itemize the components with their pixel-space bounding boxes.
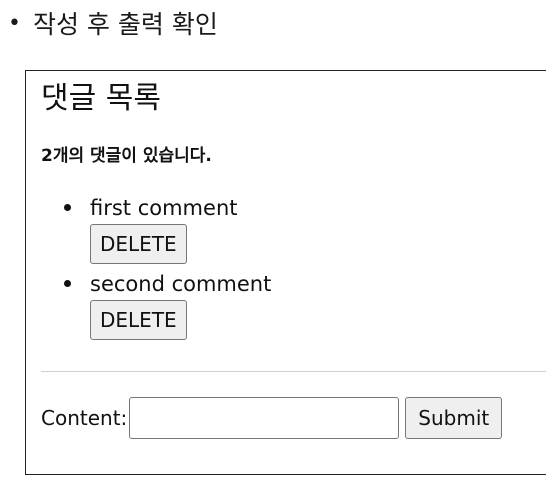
content-label: Content: <box>41 406 128 430</box>
comment-list: first comment DELETE second comment DELE… <box>64 196 271 348</box>
panel-title: 댓글 목록 <box>41 81 161 116</box>
delete-button[interactable]: DELETE <box>90 300 187 340</box>
bullet-dot-icon <box>64 204 71 211</box>
submit-button[interactable]: Submit <box>405 397 503 439</box>
comments-panel: 댓글 목록 2개의 댓글이 있습니다. first comment DELETE… <box>25 70 546 475</box>
delete-button[interactable]: DELETE <box>90 224 187 264</box>
section-heading: • 작성 후 출력 확인 <box>8 4 218 44</box>
comment-text: second comment <box>90 272 272 296</box>
heading-bullet: • <box>8 11 21 36</box>
divider <box>41 371 546 372</box>
comment-form: Content: Submit <box>41 397 503 439</box>
comment-text: first comment <box>90 196 238 220</box>
bullet-dot-icon <box>64 280 71 287</box>
heading-text: 작성 후 출력 확인 <box>32 9 218 39</box>
comment-item: second comment DELETE <box>64 272 271 340</box>
content-input[interactable] <box>129 397 400 439</box>
comment-count: 2개의 댓글이 있습니다. <box>41 146 212 166</box>
comment-item: first comment DELETE <box>64 196 271 264</box>
